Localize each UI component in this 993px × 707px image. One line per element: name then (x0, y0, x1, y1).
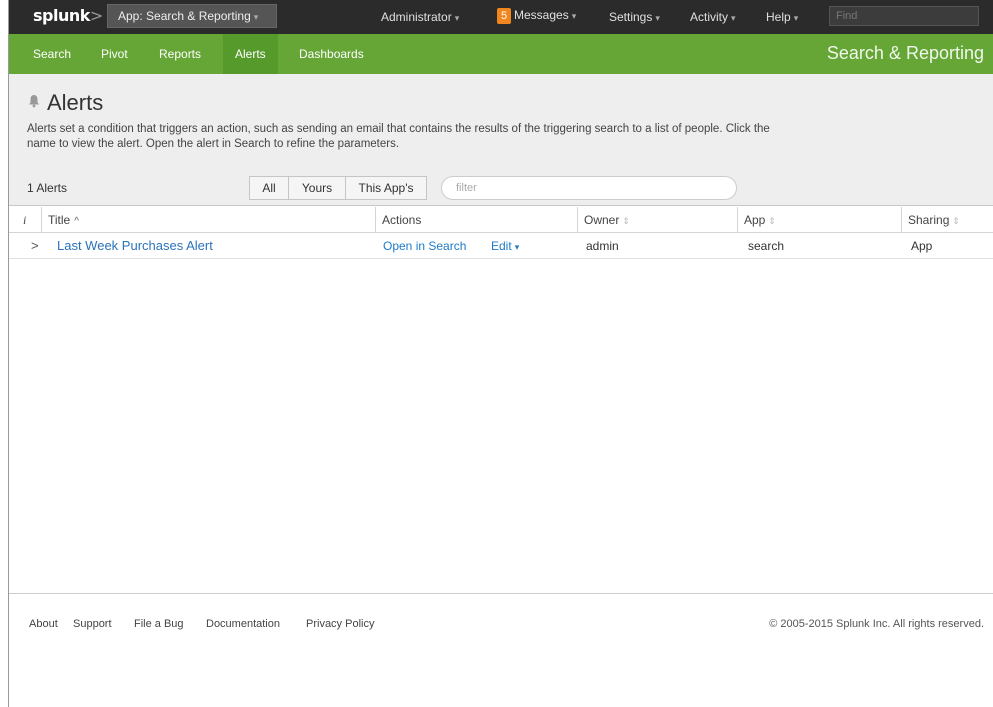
bell-icon (29, 95, 39, 108)
chevron-down-icon: ▾ (655, 13, 660, 23)
app-bar: Search Pivot Reports Alerts Dashboards S… (9, 34, 993, 74)
find-input[interactable]: Find (829, 6, 979, 26)
logo-text: splunk (33, 6, 90, 25)
alert-count: 1 Alerts (27, 181, 68, 195)
sort-ascending-icon: ^ (74, 216, 79, 227)
splunk-logo[interactable]: splunk> (33, 6, 103, 25)
app-menu-button[interactable]: App: Search & Reporting ▾ (107, 4, 277, 28)
app-window: splunk> App: Search & Reporting ▾ Adminis… (8, 0, 993, 707)
app-header-label: App (744, 213, 766, 227)
owner-column-header[interactable]: Owner ⇕ (577, 207, 737, 233)
messages-menu[interactable]: 5 Messages ▾ (497, 8, 576, 24)
page-description: Alerts set a condition that triggers an … (27, 123, 770, 150)
expand-row-icon[interactable]: > (31, 233, 39, 259)
page-title-text: Alerts (47, 90, 104, 115)
administrator-label: Administrator (381, 10, 452, 24)
footer: About Support File a Bug Documentation P… (9, 593, 993, 707)
administrator-menu[interactable]: Administrator ▾ (381, 10, 459, 24)
copyright-text: © 2005-2015 Splunk Inc. All rights reser… (769, 618, 984, 630)
find-placeholder: Find (836, 10, 858, 22)
filter-this-apps-button[interactable]: This App's (345, 176, 427, 200)
table-header: i Title ^ Actions Owner ⇕ App ⇕ Sharing ⇕ (9, 207, 993, 233)
sharing-column-header[interactable]: Sharing ⇕ (901, 207, 993, 233)
owner-cell: admin (586, 239, 619, 253)
filter-bar: 1 Alerts All Yours This App's filter (9, 170, 993, 206)
title-header-label: Title (48, 213, 71, 227)
nav-dashboards[interactable]: Dashboards (287, 34, 376, 74)
app-cell: search (748, 239, 785, 253)
alert-title-link[interactable]: Last Week Purchases Alert (57, 233, 213, 259)
chevron-down-icon: ▾ (514, 242, 520, 252)
top-bar: splunk> App: Search & Reporting ▾ Adminis… (9, 0, 993, 34)
footer-link-support[interactable]: Support (73, 618, 112, 630)
open-in-search-link[interactable]: Open in Search (383, 233, 466, 259)
table-row: > Last Week Purchases Alert Open in Sear… (9, 233, 993, 259)
filter-placeholder: filter (456, 182, 477, 194)
footer-link-documentation[interactable]: Documentation (206, 618, 280, 630)
chevron-down-icon: ▾ (253, 12, 259, 22)
sharing-cell: App (911, 239, 933, 253)
sort-icon: ⇕ (622, 216, 630, 226)
owner-header-label: Owner (584, 213, 620, 227)
chevron-down-icon: ▾ (793, 13, 799, 23)
actions-column-header: Actions (375, 207, 577, 233)
app-column-header[interactable]: App ⇕ (737, 207, 901, 233)
filter-all-button[interactable]: All (249, 176, 289, 200)
sharing-header-label: Sharing (908, 213, 950, 227)
messages-label: Messages (514, 8, 569, 23)
footer-link-file-a-bug[interactable]: File a Bug (134, 618, 184, 630)
nav-reports[interactable]: Reports (147, 34, 213, 74)
edit-label: Edit (491, 239, 512, 253)
activity-menu[interactable]: Activity ▾ (690, 10, 736, 24)
help-menu[interactable]: Help ▾ (766, 10, 798, 24)
nav-pivot[interactable]: Pivot (89, 34, 140, 74)
app-title: Search & Reporting (826, 43, 984, 63)
filter-yours-button[interactable]: Yours (288, 176, 346, 200)
activity-label: Activity (690, 10, 729, 24)
chevron-down-icon: ▾ (571, 11, 577, 22)
nav-search[interactable]: Search (21, 34, 83, 74)
settings-menu[interactable]: Settings ▾ (609, 10, 660, 24)
messages-count-badge: 5 (497, 8, 511, 24)
app-menu-label: App: Search & Reporting (118, 9, 251, 23)
sort-icon: ⇕ (952, 216, 960, 226)
info-column-header: i (23, 213, 27, 227)
page-title: Alerts (27, 90, 103, 116)
settings-label: Settings (609, 10, 653, 24)
sort-icon: ⇕ (768, 216, 776, 226)
page-header: Alerts Alerts set a condition that trigg… (9, 74, 993, 170)
filter-input[interactable]: filter (441, 176, 737, 200)
chevron-down-icon: ▾ (454, 13, 460, 23)
footer-link-privacy-policy[interactable]: Privacy Policy (306, 618, 374, 630)
footer-link-about[interactable]: About (29, 618, 58, 630)
nav-alerts[interactable]: Alerts (223, 34, 278, 74)
edit-menu-link[interactable]: Edit ▾ (491, 233, 519, 259)
chevron-down-icon: ▾ (731, 13, 736, 23)
title-column-header[interactable]: Title ^ (41, 207, 375, 233)
logo-suffix: > (89, 6, 103, 25)
help-label: Help (766, 10, 791, 24)
